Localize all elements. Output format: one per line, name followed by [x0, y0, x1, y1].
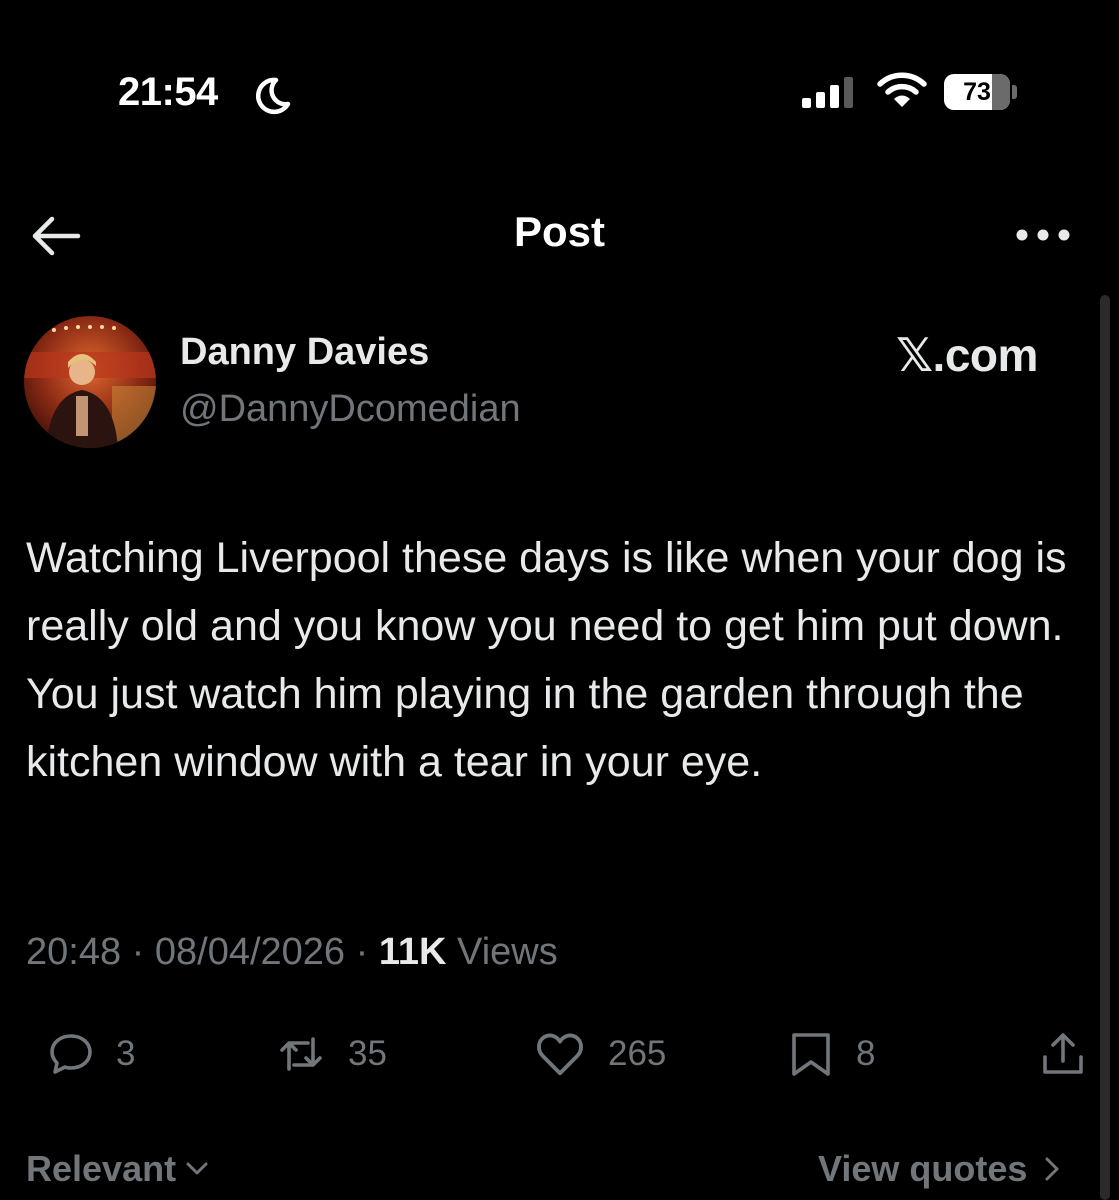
post-date: 08/04/2026	[154, 931, 346, 973]
repost-button[interactable]: 35	[276, 1026, 387, 1082]
chevron-right-icon	[1045, 1157, 1059, 1181]
repost-count: 35	[348, 1034, 387, 1073]
wifi-icon	[877, 72, 927, 107]
signal-icon	[802, 77, 853, 108]
post-time: 20:48	[26, 931, 122, 973]
like-icon	[537, 1033, 583, 1076]
moon-icon	[255, 77, 291, 115]
brand-watermark: 𝕏.com	[896, 329, 1038, 381]
share-icon	[1043, 1033, 1083, 1074]
bookmark-count: 8	[856, 1034, 876, 1073]
like-count: 265	[608, 1034, 667, 1073]
sort-dropdown[interactable]: Relevant	[26, 1148, 212, 1190]
meta-separator: ·	[355, 931, 369, 973]
bookmark-button[interactable]: 8	[788, 1026, 875, 1082]
repost-icon	[280, 1037, 322, 1071]
page-title: Post	[513, 208, 605, 255]
share-button[interactable]	[1040, 1026, 1086, 1082]
view-quotes-link[interactable]: View quotes	[818, 1148, 1067, 1190]
views-count[interactable]: 11K	[379, 931, 447, 973]
reply-icon	[50, 1034, 92, 1074]
author-name[interactable]: Danny Davies	[180, 331, 429, 374]
status-time: 21:54	[118, 70, 218, 114]
more-icon[interactable]	[1010, 222, 1076, 248]
meta-separator: ·	[131, 931, 145, 973]
reply-count: 3	[116, 1034, 136, 1073]
like-button[interactable]: 265	[534, 1026, 666, 1082]
author-handle[interactable]: @DannyDcomedian	[180, 388, 521, 431]
scrollbar[interactable]	[1100, 295, 1110, 1200]
post-meta: 20:48 · 08/04/2026 · 11K Views	[26, 931, 558, 974]
chevron-down-icon	[186, 1162, 208, 1175]
sort-label: Relevant	[26, 1148, 177, 1189]
views-label[interactable]: Views	[457, 931, 558, 973]
view-quotes-label: View quotes	[818, 1148, 1028, 1189]
battery-level: 73	[963, 78, 991, 106]
avatar[interactable]	[24, 316, 156, 448]
battery-indicator: 73	[944, 74, 1018, 110]
post-text: Watching Liverpool these days is like wh…	[26, 534, 1067, 786]
bookmark-icon	[792, 1033, 830, 1076]
reply-button[interactable]: 3	[48, 1026, 135, 1082]
